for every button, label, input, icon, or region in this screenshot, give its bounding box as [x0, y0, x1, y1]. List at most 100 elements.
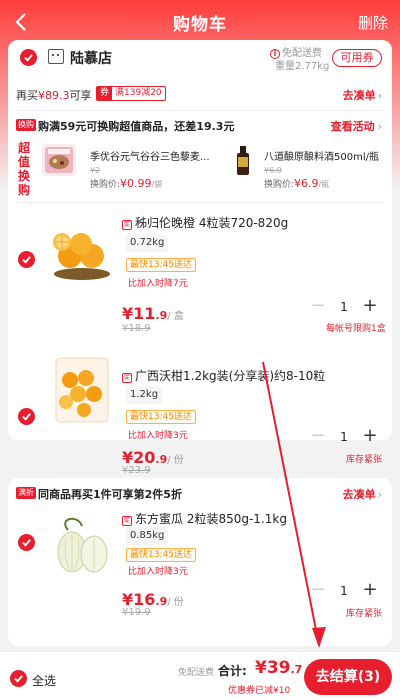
promo-prefix: 再买: [16, 89, 38, 102]
increase-button[interactable]: +: [360, 296, 380, 318]
chevron-left-icon: [15, 13, 26, 31]
original-price: ¥19.9: [122, 607, 151, 618]
discount-group-title: 同商品再买1件可享第2件5折: [38, 488, 182, 501]
check-icon: [22, 413, 31, 421]
purchase-limit-note: 每帐号限购1盒: [326, 324, 386, 334]
divider: [16, 202, 384, 203]
delivery-badge: 最快13:45送达: [126, 548, 196, 562]
product-name[interactable]: 促东方蜜瓜 2粒装850g-1.1kg: [122, 510, 287, 527]
quantity-stepper: − 1 +: [308, 426, 380, 448]
chevron-right-icon: ›: [377, 120, 382, 133]
checkout-button[interactable]: 去结算(3): [304, 659, 392, 695]
orange-image[interactable]: [48, 216, 116, 284]
product-checkbox[interactable]: [18, 408, 35, 425]
order-weight: 重量2.77kg: [275, 61, 330, 72]
promo-text: 再买¥89.3可享: [16, 87, 92, 103]
product-name[interactable]: 促秭归伦晚橙 4粒装720-820g: [122, 214, 288, 231]
add-more-link[interactable]: 去凑单 ›: [343, 87, 382, 103]
increase-button[interactable]: +: [360, 580, 380, 602]
price-integer: ¥11: [122, 304, 156, 323]
quantity-stepper: − 1 +: [308, 580, 380, 602]
exchange-item-name: 季优谷元气谷谷三色藜麦...: [90, 152, 210, 163]
product-spec[interactable]: 1.2kg: [126, 386, 163, 404]
coupon-tag-value: 满139减20: [115, 88, 162, 98]
tangerine-image[interactable]: [48, 350, 116, 430]
store-checkbox[interactable]: [20, 49, 37, 66]
quantity-value[interactable]: 1: [330, 429, 358, 445]
melon-image[interactable]: [48, 508, 116, 580]
price-decimal: .9: [155, 595, 168, 608]
view-activity-link[interactable]: 查看活动 ›: [331, 118, 382, 134]
product-name-text: 秭归伦晚橙 4粒装720-820g: [135, 216, 289, 230]
total-label: 合计:: [218, 664, 247, 678]
delete-button[interactable]: 删除: [358, 12, 388, 33]
store-icon: [48, 49, 64, 64]
quantity-value[interactable]: 1: [330, 583, 358, 599]
store-name: 陆慕店: [70, 51, 112, 67]
exchange-price-value: ¥0.99: [120, 177, 152, 190]
check-icon: [22, 539, 31, 547]
increase-button[interactable]: +: [360, 426, 380, 448]
check-icon: [22, 256, 31, 264]
divider: [16, 110, 384, 111]
exchange-price-label: 换购价:: [264, 180, 295, 190]
decrease-button[interactable]: −: [308, 426, 328, 448]
exchange-item-price: 换购价:¥6.9/瓶: [264, 177, 329, 190]
discount-tag: 满折: [16, 487, 36, 499]
delivery-badge: 最快13:45送达: [126, 258, 196, 272]
product-name-text: 东方蜜瓜 2粒装850g-1.1kg: [135, 512, 287, 526]
select-all-checkbox[interactable]: [10, 670, 27, 687]
price-decimal: .9: [155, 453, 168, 466]
back-button[interactable]: [8, 8, 34, 36]
shipping-fee: 免配送费: [178, 668, 215, 678]
add-more-link[interactable]: 去凑单 ›: [343, 486, 382, 502]
exchange-item-old-price: ¥2: [90, 166, 101, 175]
coupon-savings: 优惠券已减¥10: [228, 686, 291, 696]
check-icon: [24, 54, 33, 62]
promo-badge: 促: [122, 516, 132, 526]
exchange-price-label: 换购价:: [90, 180, 121, 190]
quinoa-image[interactable]: [42, 144, 76, 176]
exchange-label: 超值换购: [17, 141, 30, 197]
top-bar: 购物车 删除: [0, 0, 400, 44]
total-decimal: .7: [290, 663, 303, 676]
decrease-button[interactable]: −: [308, 296, 328, 318]
exchange-item-old-price: ¥6.9: [264, 166, 282, 175]
price-unit: / 份: [167, 455, 184, 466]
coupon-button[interactable]: 可用券: [332, 49, 382, 67]
original-price: ¥18.9: [122, 323, 151, 334]
exchange-item-price: 换购价:¥0.99/袋: [90, 177, 162, 190]
decrease-button[interactable]: −: [308, 580, 328, 602]
cooking-wine-image[interactable]: [226, 144, 260, 176]
quantity-stepper: − 1 +: [308, 296, 380, 318]
discount-group-card: 满折 同商品再买1件可享第2件5折 去凑单 › 促东方蜜瓜 2粒装850g-1.1…: [8, 478, 392, 646]
product-checkbox[interactable]: [18, 251, 35, 268]
promo-row: 再买¥89.3可享 券满139减20 去凑单 ›: [8, 84, 392, 104]
product-name[interactable]: 促广西沃柑1.2kg装(分享装)约8-10粒: [122, 367, 325, 384]
product-checkbox[interactable]: [18, 534, 35, 551]
quantity-value[interactable]: 1: [330, 299, 358, 315]
exchange-title: 购满59元可换购超值商品，还差19.3元: [38, 120, 235, 133]
check-icon: [14, 675, 23, 683]
price-drop-text: 比加入时降3元: [128, 567, 188, 577]
coupon-tag-type: 券: [97, 87, 113, 100]
promo-suffix: 可享: [69, 89, 92, 102]
exchange-row: 换购 购满59元可换购超值商品，还差19.3元 查看活动 ›: [8, 116, 392, 136]
delivery-badge: 最快13:45送达: [126, 410, 196, 424]
product-spec[interactable]: 0.85kg: [126, 527, 169, 545]
discount-group-header: 满折 同商品再买1件可享第2件5折 去凑单 ›: [8, 478, 392, 506]
price-decimal: .9: [155, 309, 168, 322]
product-spec[interactable]: 0.72kg: [126, 234, 169, 252]
select-all-label[interactable]: 全选: [32, 672, 56, 689]
stock-warning: 库存紧张: [346, 455, 383, 465]
stock-warning: 库存紧张: [346, 609, 383, 619]
price-unit: / 盒: [167, 311, 184, 322]
promo-badge: 促: [122, 373, 132, 383]
promo-amount: ¥89.3: [38, 89, 70, 102]
exchange-price-unit: /瓶: [318, 180, 330, 189]
total-integer: ¥39: [255, 658, 291, 678]
add-more-link-label: 去凑单: [342, 488, 376, 501]
exchange-price-value: ¥6.9: [294, 177, 319, 190]
exchange-price-unit: /袋: [151, 180, 163, 189]
promo-badge: 促: [122, 220, 132, 230]
